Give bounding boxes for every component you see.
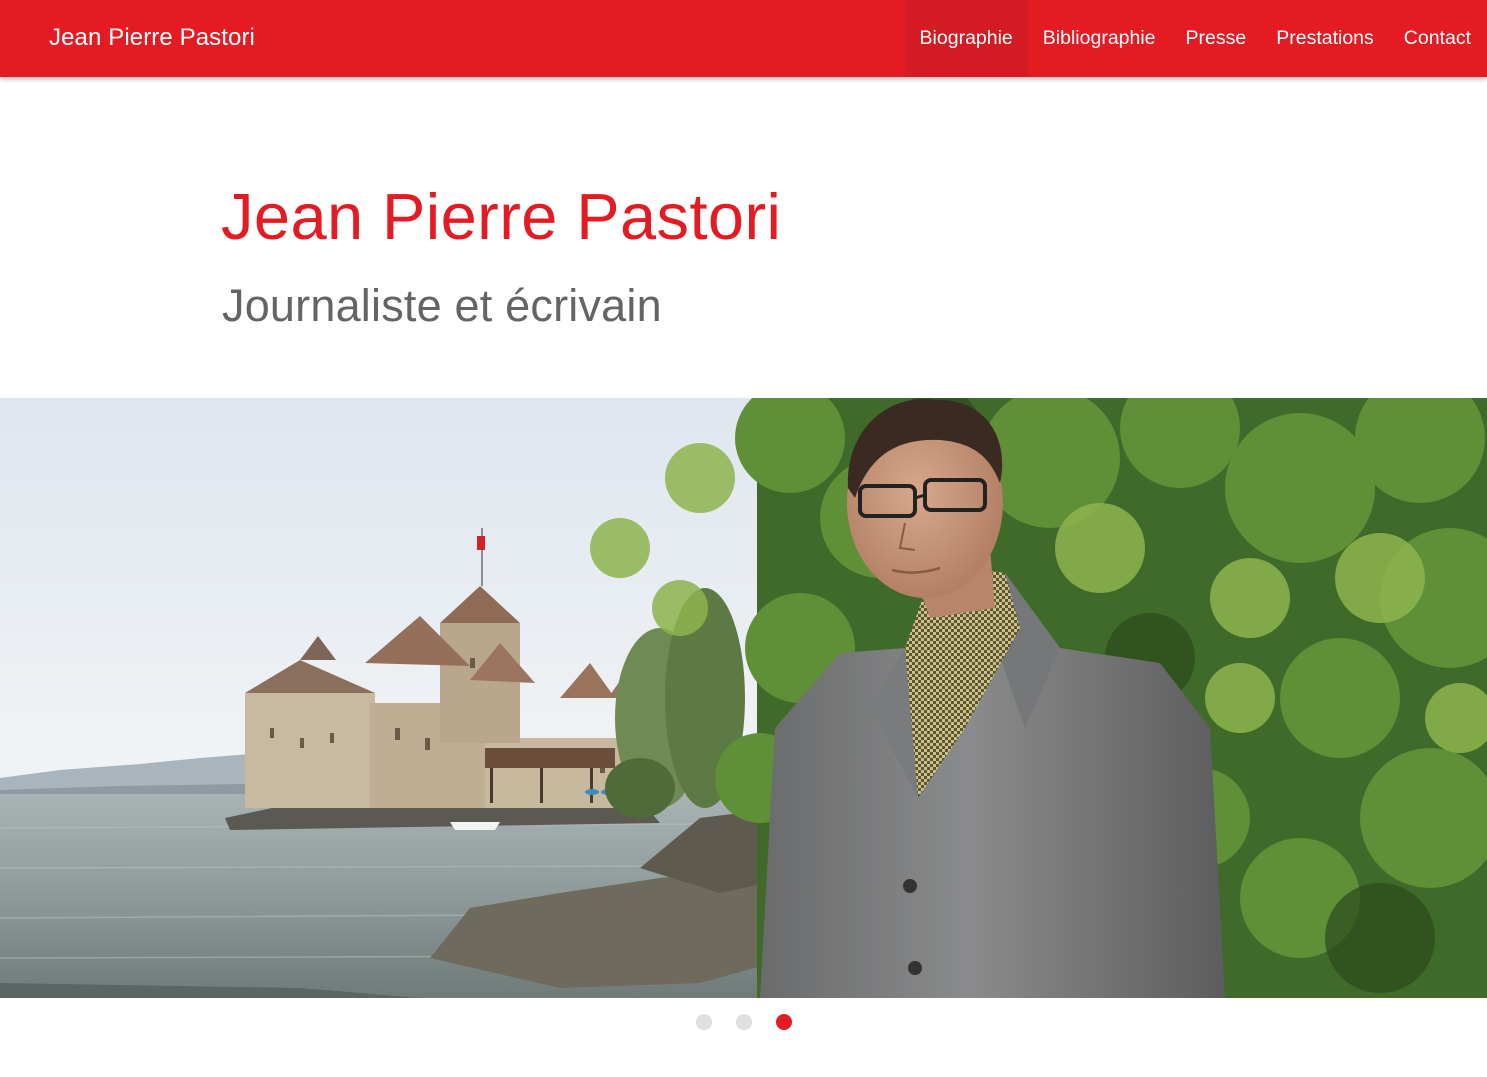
page: Jean Pierre Pastori Biographie Bibliogra… — [0, 0, 1487, 1077]
carousel-dot-1[interactable] — [695, 1014, 712, 1030]
carousel-indicators — [0, 1014, 1487, 1032]
carousel-dot-3[interactable] — [775, 1014, 792, 1030]
nav-item-prestations[interactable]: Prestations — [1261, 0, 1389, 77]
carousel-dot-2[interactable] — [735, 1014, 752, 1030]
carousel-slide-image — [0, 398, 1487, 998]
top-navbar: Jean Pierre Pastori Biographie Bibliogra… — [0, 0, 1487, 77]
page-subtitle: Journaliste et écrivain — [222, 280, 662, 331]
main-nav: Biographie Bibliographie Presse Prestati… — [904, 0, 1487, 77]
nav-item-biographie[interactable]: Biographie — [904, 0, 1028, 77]
carousel[interactable] — [0, 398, 1487, 998]
brand-link[interactable]: Jean Pierre Pastori — [49, 23, 255, 53]
nav-item-bibliographie[interactable]: Bibliographie — [1028, 0, 1171, 77]
nav-item-contact[interactable]: Contact — [1389, 0, 1486, 77]
nav-item-presse[interactable]: Presse — [1171, 0, 1262, 77]
page-title: Jean Pierre Pastori — [221, 180, 782, 253]
